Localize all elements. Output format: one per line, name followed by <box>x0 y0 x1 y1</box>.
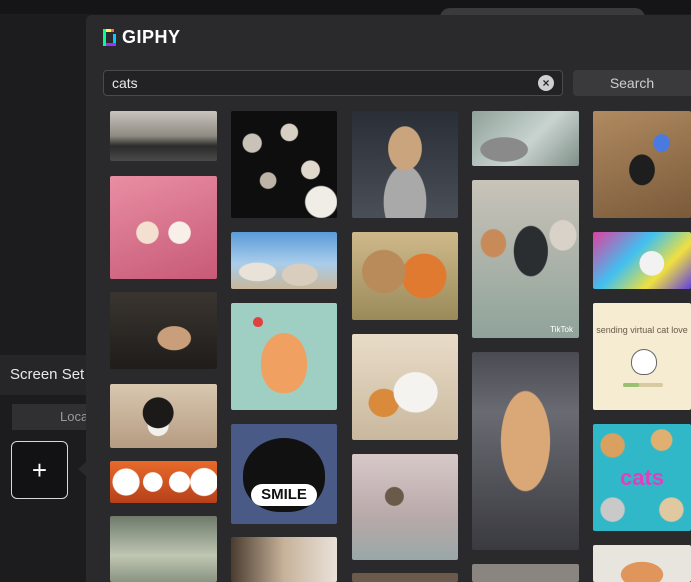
local-tab[interactable]: Loca <box>12 404 92 430</box>
gif-tile[interactable] <box>352 232 458 320</box>
gif-tile[interactable] <box>110 176 217 279</box>
gif-tile[interactable] <box>110 292 217 369</box>
giphy-logo: GIPHY <box>103 27 181 48</box>
gif-tile[interactable]: sending virtual cat love <box>593 303 691 410</box>
cats-text: cats <box>619 464 665 490</box>
cartoon-cat-shape <box>261 333 307 393</box>
smile-text: SMILE <box>251 484 317 506</box>
giphy-logo-icon <box>103 29 116 46</box>
gif-tile[interactable] <box>231 111 337 218</box>
gif-tile[interactable] <box>231 232 337 289</box>
gif-tile[interactable]: cats <box>593 424 691 531</box>
screen-settings-label: Screen Set <box>0 355 95 395</box>
gif-tile[interactable] <box>472 564 579 582</box>
gif-tile[interactable] <box>593 545 691 582</box>
gif-tile[interactable] <box>593 232 691 289</box>
gif-tile[interactable] <box>472 352 579 550</box>
gif-tile[interactable] <box>472 111 579 166</box>
gif-search-input[interactable] <box>103 70 563 96</box>
progress-bar <box>623 383 663 387</box>
heart-icon <box>253 317 263 327</box>
gif-tile[interactable] <box>110 516 217 582</box>
gif-tile[interactable] <box>231 303 337 410</box>
add-button[interactable]: + <box>11 441 68 499</box>
search-button[interactable]: Search <box>573 70 691 96</box>
gif-tile[interactable] <box>352 111 458 218</box>
cartoon-cat-shape <box>631 349 657 375</box>
gif-tile[interactable] <box>593 111 691 218</box>
gif-tile[interactable] <box>231 537 337 582</box>
giphy-panel: GIPHY × Search SMILE TikTok sending virt… <box>86 15 691 582</box>
gif-tile[interactable]: TikTok <box>472 180 579 338</box>
gif-tile[interactable] <box>352 454 458 560</box>
gif-tile[interactable] <box>110 384 217 448</box>
gif-tile[interactable] <box>110 111 217 161</box>
giphy-logo-text: GIPHY <box>122 27 181 47</box>
gif-tile[interactable] <box>110 461 217 503</box>
virtual-cat-love-caption: sending virtual cat love <box>596 325 688 335</box>
tiktok-watermark: TikTok <box>550 325 573 334</box>
gif-tile[interactable]: SMILE <box>231 424 337 524</box>
gif-tile[interactable] <box>352 334 458 440</box>
clear-search-icon[interactable]: × <box>538 75 554 91</box>
gif-tile[interactable] <box>352 573 458 582</box>
